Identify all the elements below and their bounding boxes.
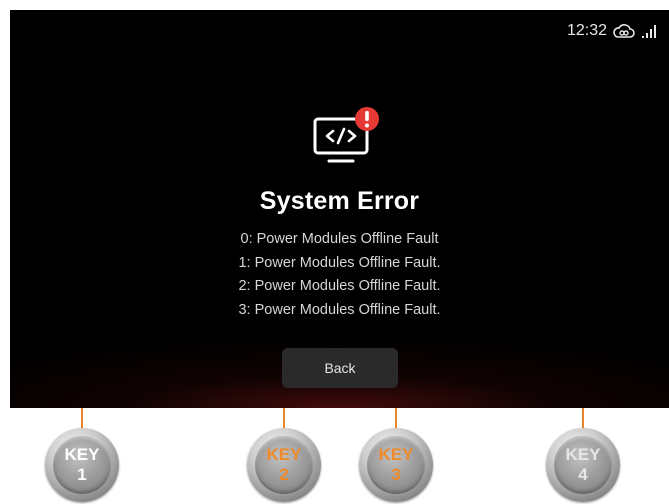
key-3-face: KEY 3 <box>367 436 425 494</box>
device-panel: 12:32 System Error 0: Power Modules Offl… <box>0 0 669 504</box>
fault-item: 1: Power Modules Offline Fault. <box>238 254 441 271</box>
key-3-button[interactable]: KEY 3 <box>359 428 433 502</box>
monitor-code-error-icon <box>313 107 379 163</box>
key-4-label: KEY <box>565 445 601 464</box>
status-time: 12:32 <box>566 22 607 39</box>
error-title: System Error <box>259 187 420 215</box>
cloud-link-icon <box>613 24 635 38</box>
fault-item: 2: Power Modules Offline Fault. <box>238 278 441 294</box>
key-4-connector <box>582 408 584 430</box>
key-4-number: 4 <box>578 465 588 484</box>
key-1-number: 1 <box>77 465 87 484</box>
key-2-connector <box>283 408 285 430</box>
key-2-face: KEY 2 <box>255 436 313 494</box>
fault-list: 0: Power Modules Offline Fault 1: Power … <box>10 228 669 322</box>
key-1-label: KEY <box>64 445 100 464</box>
signal-bars-icon <box>642 25 656 38</box>
display-screen: 12:32 System Error 0: Power Modules Offl… <box>10 10 669 408</box>
key-3-connector <box>395 408 397 430</box>
key-2-number: 2 <box>279 465 289 484</box>
key-3-number: 3 <box>391 465 401 484</box>
key-1-button[interactable]: KEY 1 <box>45 428 119 502</box>
key-1-connector <box>81 408 83 430</box>
key-2-label: KEY <box>266 445 302 464</box>
fault-item: 3: Power Modules Offline Fault. <box>238 301 441 318</box>
fault-item: 0: Power Modules Offline Fault <box>240 231 439 247</box>
key-4-face: KEY 4 <box>554 436 612 494</box>
status-bar: 12:32 <box>567 22 659 40</box>
key-1-face: KEY 1 <box>53 436 111 494</box>
key-3-label: KEY <box>378 445 414 464</box>
key-4-button[interactable]: KEY 4 <box>546 428 620 502</box>
back-button[interactable]: Back <box>282 348 398 388</box>
key-2-button[interactable]: KEY 2 <box>247 428 321 502</box>
